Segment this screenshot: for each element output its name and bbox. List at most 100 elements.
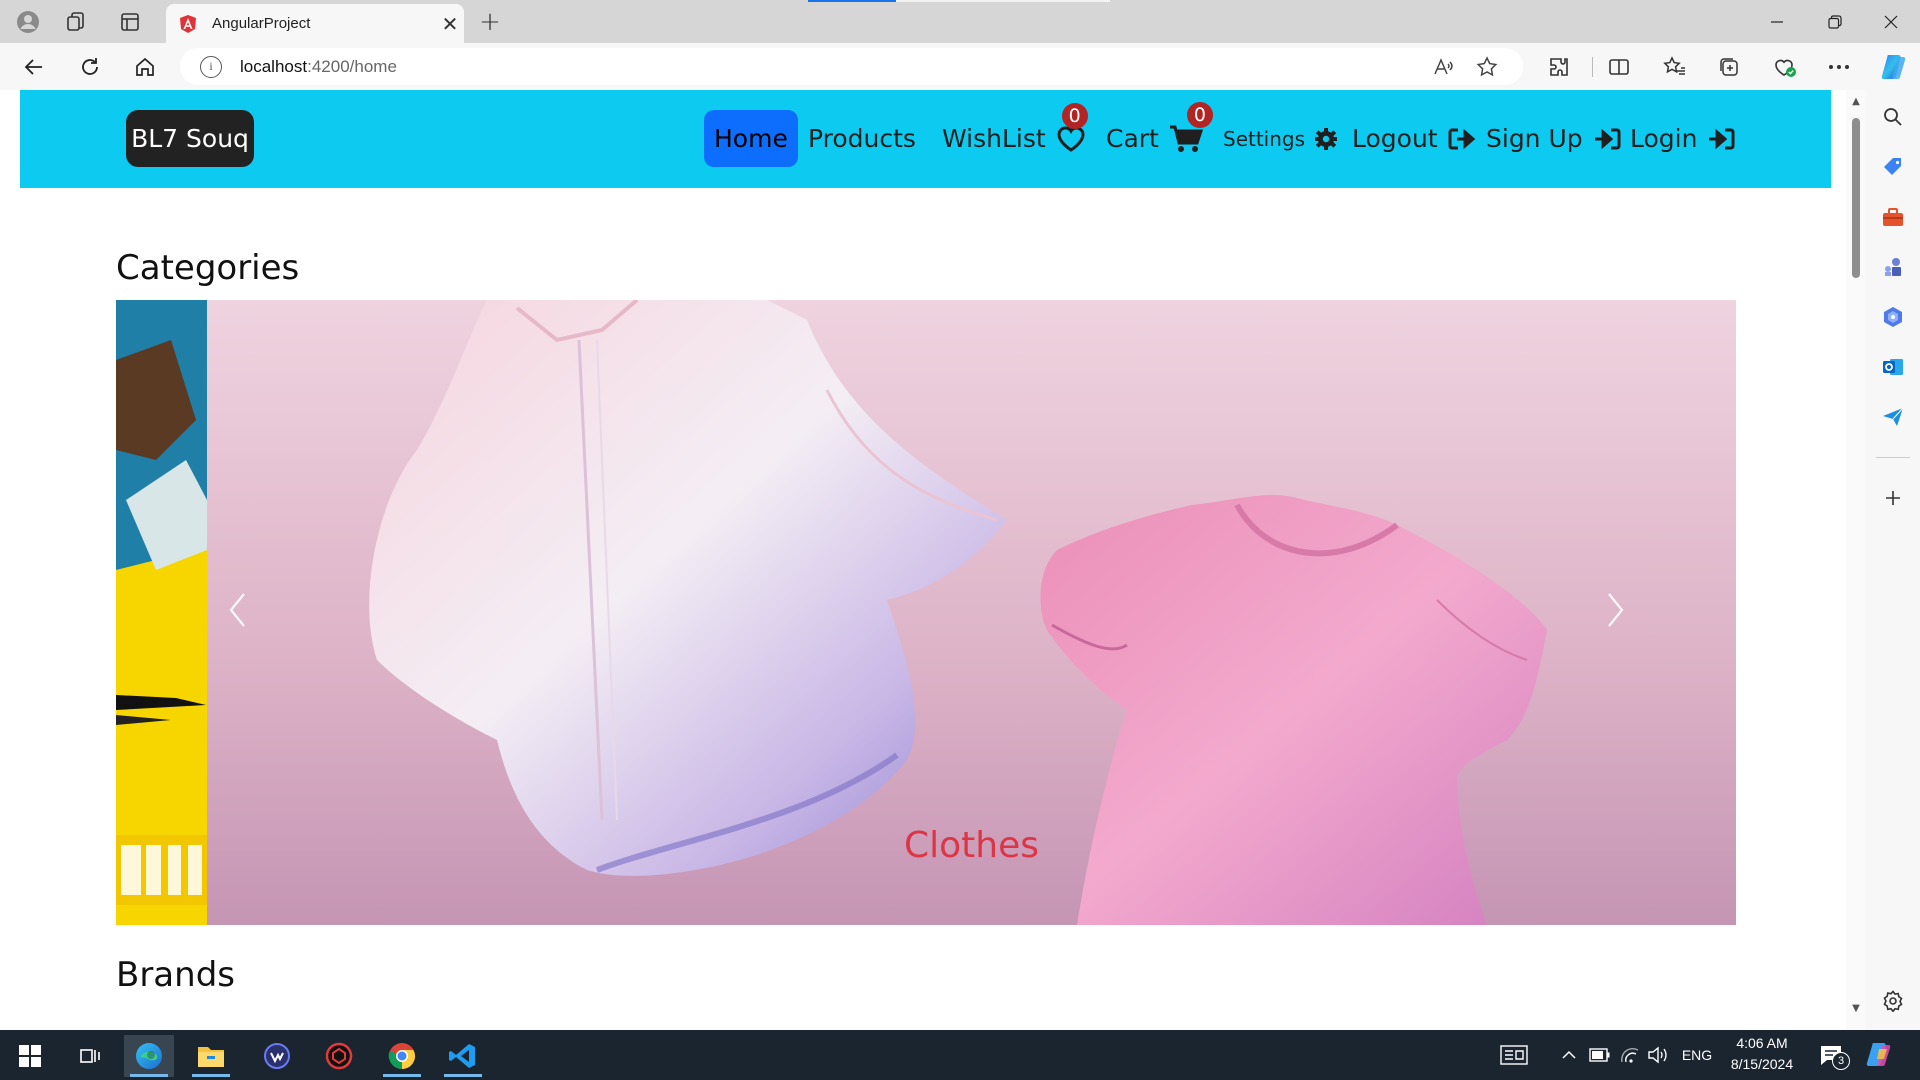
- nav-settings-link[interactable]: Settings: [1223, 110, 1338, 167]
- windows-start-icon[interactable]: [5, 1035, 55, 1077]
- clock-date: 8/15/2024: [1730, 1056, 1794, 1072]
- tab-strip-accent: [808, 0, 896, 2]
- slide-caption: Clothes: [904, 825, 1039, 866]
- tab-close-icon[interactable]: ✕: [436, 10, 464, 38]
- sidebar-search-icon[interactable]: [1879, 103, 1907, 131]
- tab-strip-accent-2: [896, 0, 1110, 2]
- nav-settings-label: Settings: [1223, 126, 1306, 151]
- taskbar-edge-icon[interactable]: [124, 1035, 174, 1077]
- system-clock[interactable]: 4:06 AM 8/15/2024: [1716, 1033, 1808, 1075]
- more-menu-icon[interactable]: [1824, 52, 1854, 82]
- angular-favicon-icon: [180, 14, 196, 33]
- restore-icon[interactable]: [1806, 0, 1864, 43]
- chevron-left-icon: [229, 593, 245, 627]
- gear-icon: [1315, 127, 1338, 150]
- cart-icon: 0: [1169, 101, 1213, 154]
- wishlist-count-badge: 0: [1061, 102, 1088, 129]
- site-info-icon[interactable]: i: [200, 55, 222, 78]
- browser-toolbar: i localhost:4200/home: [0, 43, 1920, 90]
- taskbar-app-blue-icon[interactable]: [252, 1035, 302, 1077]
- notification-center-icon[interactable]: 3: [1816, 1040, 1850, 1070]
- sidebar-outlook-icon[interactable]: [1879, 353, 1907, 381]
- taskbar-file-explorer-icon[interactable]: [186, 1035, 236, 1077]
- clock-time: 4:06 AM: [1736, 1035, 1788, 1051]
- taskbar-chrome-icon[interactable]: [377, 1035, 427, 1077]
- scroll-down-icon[interactable]: ▼: [1850, 1003, 1862, 1014]
- nav-products-link[interactable]: Products: [808, 110, 916, 167]
- sidebar-games-icon[interactable]: [1879, 253, 1907, 281]
- collections-icon[interactable]: [1714, 52, 1744, 82]
- nav-signup-label: Sign Up: [1486, 124, 1583, 153]
- windows-taskbar: ENG 4:06 AM 8/15/2024 3: [0, 1030, 1920, 1080]
- copilot-icon[interactable]: [1876, 52, 1912, 82]
- scroll-up-icon[interactable]: ▲: [1850, 96, 1862, 107]
- nav-home-label: Home: [714, 124, 788, 153]
- new-tab-button[interactable]: +: [476, 7, 504, 37]
- logout-icon: [1448, 127, 1476, 151]
- language-indicator[interactable]: ENG: [1677, 1040, 1717, 1070]
- news-widget-icon[interactable]: [1498, 1040, 1530, 1070]
- back-icon[interactable]: [18, 52, 50, 82]
- battery-icon[interactable]: [1587, 1040, 1613, 1070]
- split-screen-icon[interactable]: [1604, 52, 1634, 82]
- extensions-icon[interactable]: [1544, 52, 1574, 82]
- nav-login-label: Login: [1630, 124, 1698, 153]
- browser-tab-strip: AngularProject ✕ +: [0, 0, 1920, 43]
- page-scrollbar[interactable]: ▲ ▼: [1846, 90, 1866, 1030]
- previous-slide-image: [116, 300, 207, 925]
- carousel-prev-button[interactable]: [218, 580, 258, 640]
- favorite-star-icon[interactable]: [1472, 52, 1502, 82]
- network-icon[interactable]: [1617, 1040, 1643, 1070]
- vertical-tabs-icon[interactable]: [116, 8, 144, 36]
- taskbar-copilot-icon[interactable]: [1860, 1040, 1900, 1070]
- refresh-icon[interactable]: [74, 52, 106, 82]
- volume-icon[interactable]: [1645, 1040, 1671, 1070]
- profile-icon[interactable]: [14, 8, 42, 36]
- task-view-icon[interactable]: [65, 1035, 115, 1077]
- close-window-icon[interactable]: [1862, 0, 1920, 43]
- heart-icon: 0: [1056, 102, 1088, 153]
- address-bar[interactable]: i localhost:4200/home: [180, 48, 1523, 85]
- nav-login-link[interactable]: Login: [1630, 110, 1735, 167]
- tray-overflow-chevron-icon[interactable]: [1558, 1040, 1580, 1070]
- nav-products-label: Products: [808, 124, 916, 153]
- sidebar-settings-icon[interactable]: [1879, 987, 1907, 1015]
- cart-count-badge: 0: [1186, 101, 1213, 128]
- browser-essentials-icon[interactable]: [1770, 52, 1800, 82]
- sidebar-copilot-icon[interactable]: [1879, 303, 1907, 331]
- sidebar-tools-icon[interactable]: [1879, 203, 1907, 231]
- favorites-icon[interactable]: [1660, 52, 1690, 82]
- notification-count-badge: 3: [1832, 1052, 1850, 1070]
- home-icon[interactable]: [129, 52, 161, 82]
- carousel-next-button[interactable]: [1595, 580, 1635, 640]
- sidebar-shopping-icon[interactable]: [1879, 153, 1907, 181]
- workspaces-icon[interactable]: [62, 8, 90, 36]
- url-text[interactable]: localhost:4200/home: [240, 57, 397, 77]
- active-tab[interactable]: AngularProject ✕: [166, 4, 464, 43]
- nav-cart-label: Cart: [1106, 124, 1159, 153]
- signup-icon: [1593, 127, 1621, 151]
- brand-logo-button[interactable]: BL7 Souq: [126, 110, 254, 167]
- nav-logout-link[interactable]: Logout: [1352, 110, 1476, 167]
- nav-logout-label: Logout: [1352, 124, 1438, 153]
- tab-title: AngularProject: [212, 15, 311, 32]
- nav-cart-link[interactable]: Cart 0: [1106, 101, 1213, 167]
- minimize-icon[interactable]: [1748, 0, 1806, 43]
- toolbar-divider: [1592, 57, 1593, 77]
- read-aloud-icon[interactable]: [1428, 52, 1458, 82]
- taskbar-vscode-icon[interactable]: [438, 1035, 488, 1077]
- sidebar-send-icon[interactable]: [1879, 403, 1907, 431]
- edge-sidebar: [1866, 90, 1920, 1030]
- nav-home-link[interactable]: Home: [704, 110, 798, 167]
- scroll-thumb[interactable]: [1852, 118, 1860, 278]
- taskbar-app-red-icon[interactable]: [314, 1035, 364, 1077]
- nav-wishlist-link[interactable]: WishList 0: [942, 102, 1088, 167]
- login-icon: [1707, 127, 1735, 151]
- page-viewport: BL7 Souq Home Products WishList 0 Cart 0…: [0, 90, 1866, 1030]
- sidebar-divider: [1876, 457, 1910, 458]
- chevron-right-icon: [1608, 593, 1624, 627]
- sidebar-add-icon[interactable]: [1879, 484, 1907, 512]
- nav-signup-link[interactable]: Sign Up: [1486, 110, 1621, 167]
- categories-carousel[interactable]: Clothes: [116, 300, 1736, 925]
- site-navbar: BL7 Souq Home Products WishList 0 Cart 0…: [20, 90, 1831, 188]
